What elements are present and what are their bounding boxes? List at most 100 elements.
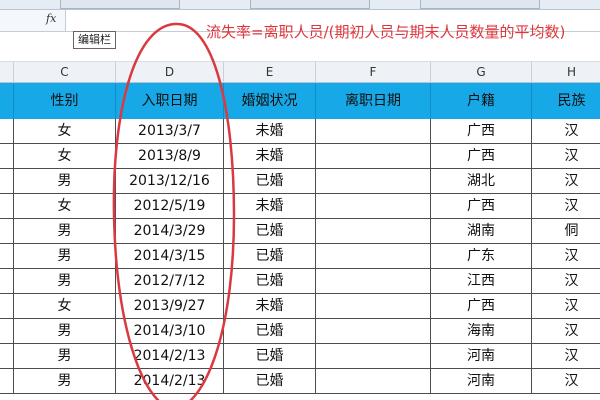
cell-ethnicity[interactable]: 汉 xyxy=(532,244,600,268)
header-domicile[interactable]: 户籍 xyxy=(431,83,532,119)
cell-gender[interactable]: 女 xyxy=(14,144,116,168)
row-cell[interactable] xyxy=(0,294,14,318)
table-row: 男 2014/3/10 已婚 海南汉 xyxy=(0,319,600,344)
row-cell[interactable] xyxy=(0,244,14,268)
cell-marital-status[interactable]: 已婚 xyxy=(224,319,316,343)
cell-hire-date[interactable]: 2012/5/19 xyxy=(116,194,224,218)
cell-marital-status[interactable]: 已婚 xyxy=(224,244,316,268)
cell-ethnicity[interactable]: 汉 xyxy=(532,294,600,318)
column-letter-c[interactable]: C xyxy=(14,62,116,83)
column-letter-d[interactable]: D xyxy=(116,62,224,83)
table-header-row: 性别 入职日期 婚姻状况 离职日期 户籍 民族 xyxy=(0,83,600,119)
cell-hire-date[interactable]: 2012/7/12 xyxy=(116,269,224,293)
header-cell[interactable] xyxy=(0,83,14,119)
column-letter-g[interactable]: G xyxy=(431,62,532,83)
cell-gender[interactable]: 男 xyxy=(14,169,116,193)
cell-ethnicity[interactable]: 汉 xyxy=(532,344,600,368)
cell-ethnicity[interactable]: 侗 xyxy=(532,219,600,243)
cell-hire-date[interactable]: 2013/9/27 xyxy=(116,294,224,318)
cell-leave-date[interactable] xyxy=(316,119,431,143)
row-cell[interactable] xyxy=(0,194,14,218)
cell-gender[interactable]: 女 xyxy=(14,294,116,318)
table-row: 男 2013/12/16 已婚 湖北汉 xyxy=(0,169,600,194)
cell-marital-status[interactable]: 已婚 xyxy=(224,369,316,393)
header-marital-status[interactable]: 婚姻状况 xyxy=(224,83,316,119)
column-letter-f[interactable]: F xyxy=(316,62,431,83)
cell-gender[interactable]: 男 xyxy=(14,319,116,343)
cell-domicile[interactable]: 河南 xyxy=(431,369,532,393)
cell-domicile[interactable]: 湖南 xyxy=(431,219,532,243)
cell-gender[interactable]: 女 xyxy=(14,119,116,143)
cell-leave-date[interactable] xyxy=(316,369,431,393)
row-cell[interactable] xyxy=(0,369,14,393)
cell-hire-date[interactable]: 2013/8/9 xyxy=(116,144,224,168)
cell-leave-date[interactable] xyxy=(316,269,431,293)
cell-domicile[interactable]: 河南 xyxy=(431,344,532,368)
cell-leave-date[interactable] xyxy=(316,294,431,318)
cell-marital-status[interactable]: 未婚 xyxy=(224,194,316,218)
column-letter[interactable] xyxy=(0,62,14,83)
cell-ethnicity[interactable]: 汉 xyxy=(532,194,600,218)
cell-ethnicity[interactable]: 汉 xyxy=(532,369,600,393)
ribbon-button[interactable] xyxy=(250,0,370,9)
cell-gender[interactable]: 男 xyxy=(14,244,116,268)
cell-leave-date[interactable] xyxy=(316,219,431,243)
cell-gender[interactable]: 男 xyxy=(14,369,116,393)
cell-leave-date[interactable] xyxy=(316,244,431,268)
cell-leave-date[interactable] xyxy=(316,144,431,168)
cell-leave-date[interactable] xyxy=(316,344,431,368)
cell-gender[interactable]: 男 xyxy=(14,344,116,368)
row-cell[interactable] xyxy=(0,119,14,143)
cell-leave-date[interactable] xyxy=(316,194,431,218)
cell-domicile[interactable]: 江西 xyxy=(431,269,532,293)
header-ethnicity[interactable]: 民族 xyxy=(532,83,600,119)
cell-ethnicity[interactable]: 汉 xyxy=(532,269,600,293)
cell-gender[interactable]: 男 xyxy=(14,219,116,243)
cell-ethnicity[interactable]: 汉 xyxy=(532,119,600,143)
cell-hire-date[interactable]: 2013/3/7 xyxy=(116,119,224,143)
ribbon-button[interactable] xyxy=(420,0,540,9)
column-letter-h[interactable]: H xyxy=(532,62,600,83)
ribbon-button[interactable] xyxy=(60,0,180,9)
row-cell[interactable] xyxy=(0,269,14,293)
cell-marital-status[interactable]: 未婚 xyxy=(224,119,316,143)
cell-hire-date[interactable]: 2014/3/10 xyxy=(116,319,224,343)
cell-domicile[interactable]: 广西 xyxy=(431,294,532,318)
cell-domicile[interactable]: 广东 xyxy=(431,244,532,268)
cell-gender[interactable]: 男 xyxy=(14,269,116,293)
row-cell[interactable] xyxy=(0,144,14,168)
cell-hire-date[interactable]: 2013/12/16 xyxy=(116,169,224,193)
column-letter-e[interactable]: E xyxy=(224,62,316,83)
cell-marital-status[interactable]: 未婚 xyxy=(224,144,316,168)
header-gender[interactable]: 性别 xyxy=(14,83,116,119)
header-hire-date[interactable]: 入职日期 xyxy=(116,83,224,119)
cell-hire-date[interactable]: 2014/2/13 xyxy=(116,344,224,368)
cell-domicile[interactable]: 广西 xyxy=(431,194,532,218)
cell-marital-status[interactable]: 未婚 xyxy=(224,294,316,318)
function-icon[interactable]: fx xyxy=(46,12,56,25)
row-cell[interactable] xyxy=(0,319,14,343)
cell-ethnicity[interactable]: 汉 xyxy=(532,144,600,168)
cell-leave-date[interactable] xyxy=(316,169,431,193)
name-box[interactable]: fx xyxy=(0,10,66,31)
row-cell[interactable] xyxy=(0,219,14,243)
cell-marital-status[interactable]: 已婚 xyxy=(224,219,316,243)
cell-domicile[interactable]: 湖北 xyxy=(431,169,532,193)
row-cell[interactable] xyxy=(0,344,14,368)
table-row: 女 2012/5/19 未婚 广西汉 xyxy=(0,194,600,219)
header-leave-date[interactable]: 离职日期 xyxy=(316,83,431,119)
cell-hire-date[interactable]: 2014/3/29 xyxy=(116,219,224,243)
row-cell[interactable] xyxy=(0,169,14,193)
cell-hire-date[interactable]: 2014/3/15 xyxy=(116,244,224,268)
cell-domicile[interactable]: 广西 xyxy=(431,119,532,143)
cell-ethnicity[interactable]: 汉 xyxy=(532,319,600,343)
cell-domicile[interactable]: 海南 xyxy=(431,319,532,343)
cell-domicile[interactable]: 广西 xyxy=(431,144,532,168)
cell-ethnicity[interactable]: 汉 xyxy=(532,169,600,193)
cell-marital-status[interactable]: 已婚 xyxy=(224,169,316,193)
cell-hire-date[interactable]: 2014/2/13 xyxy=(116,369,224,393)
cell-marital-status[interactable]: 已婚 xyxy=(224,344,316,368)
cell-marital-status[interactable]: 已婚 xyxy=(224,269,316,293)
cell-gender[interactable]: 女 xyxy=(14,194,116,218)
cell-leave-date[interactable] xyxy=(316,319,431,343)
